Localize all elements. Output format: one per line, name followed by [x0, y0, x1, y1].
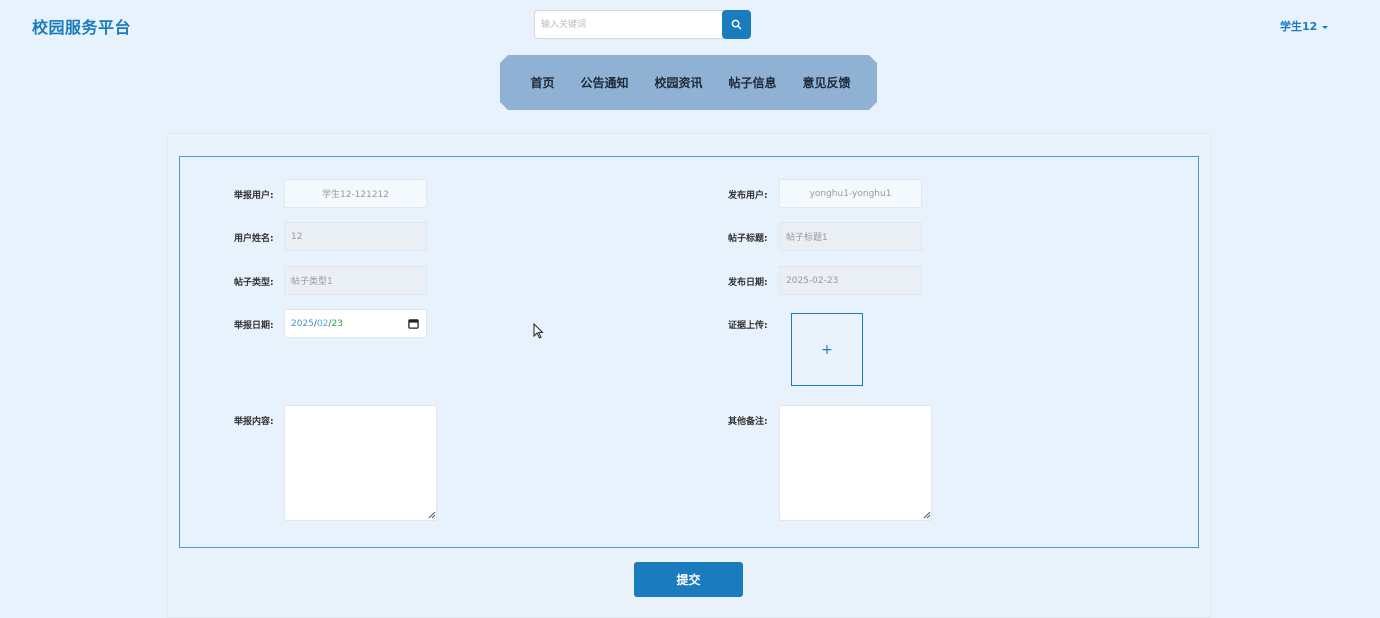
- calendar-icon[interactable]: [408, 318, 419, 329]
- content-label: 举报内容:: [234, 417, 274, 427]
- reporter-field[interactable]: 学生12-121212: [284, 179, 427, 208]
- user-name: 学生12: [1280, 20, 1318, 33]
- publisher-label: 发布用户:: [728, 191, 768, 201]
- mouse-cursor-icon: [533, 323, 544, 339]
- remarks-label: 其他备注:: [728, 417, 768, 427]
- evidence-upload[interactable]: +: [791, 313, 863, 386]
- search-bar: [534, 10, 751, 39]
- post-title-label: 帖子标题:: [728, 234, 768, 244]
- date-day: 23: [331, 318, 343, 329]
- nav-feedback[interactable]: 意见反馈: [803, 74, 851, 91]
- nav-announcements[interactable]: 公告通知: [580, 74, 628, 91]
- search-icon: [731, 19, 742, 30]
- search-input[interactable]: [534, 10, 723, 39]
- post-type-field: 帖子类型1: [284, 266, 427, 295]
- date-year: 2025: [291, 318, 314, 329]
- caret-down-icon: [1322, 25, 1329, 29]
- main-nav: 首页 公告通知 校园资讯 帖子信息 意见反馈: [500, 55, 877, 110]
- report-date-input[interactable]: 2025/02/23: [284, 309, 427, 338]
- nav-campus-news[interactable]: 校园资讯: [654, 74, 702, 91]
- submit-button[interactable]: 提交: [634, 562, 743, 597]
- reporter-label: 举报用户:: [234, 191, 274, 201]
- evidence-label: 证据上传:: [728, 321, 768, 331]
- plus-icon: +: [821, 341, 833, 358]
- user-name-label: 用户姓名:: [234, 234, 274, 244]
- remarks-textarea[interactable]: [779, 405, 932, 521]
- post-type-label: 帖子类型:: [234, 278, 274, 288]
- resize-grip-icon[interactable]: [923, 511, 931, 519]
- report-date-label: 举报日期:: [234, 321, 274, 331]
- nav-posts[interactable]: 帖子信息: [729, 74, 777, 91]
- search-button[interactable]: [722, 10, 751, 39]
- publish-date-field: 2025-02-23: [779, 266, 922, 295]
- page: 校园服务平台 学生12 首页 公告通知 校园资讯 帖子信息 意见反馈 举报用户:…: [0, 0, 1380, 618]
- brand-logo[interactable]: 校园服务平台: [32, 14, 131, 38]
- user-menu[interactable]: 学生12: [1280, 18, 1329, 34]
- report-content-textarea[interactable]: [284, 405, 437, 521]
- date-month: 02: [316, 318, 329, 329]
- post-title-field: 帖子标题1: [779, 222, 922, 251]
- publish-date-label: 发布日期:: [728, 278, 768, 288]
- publisher-field[interactable]: yonghu1-yonghu1: [779, 179, 922, 208]
- resize-grip-icon[interactable]: [428, 511, 436, 519]
- nav-home[interactable]: 首页: [530, 74, 554, 91]
- user-name-field: 12: [284, 222, 427, 251]
